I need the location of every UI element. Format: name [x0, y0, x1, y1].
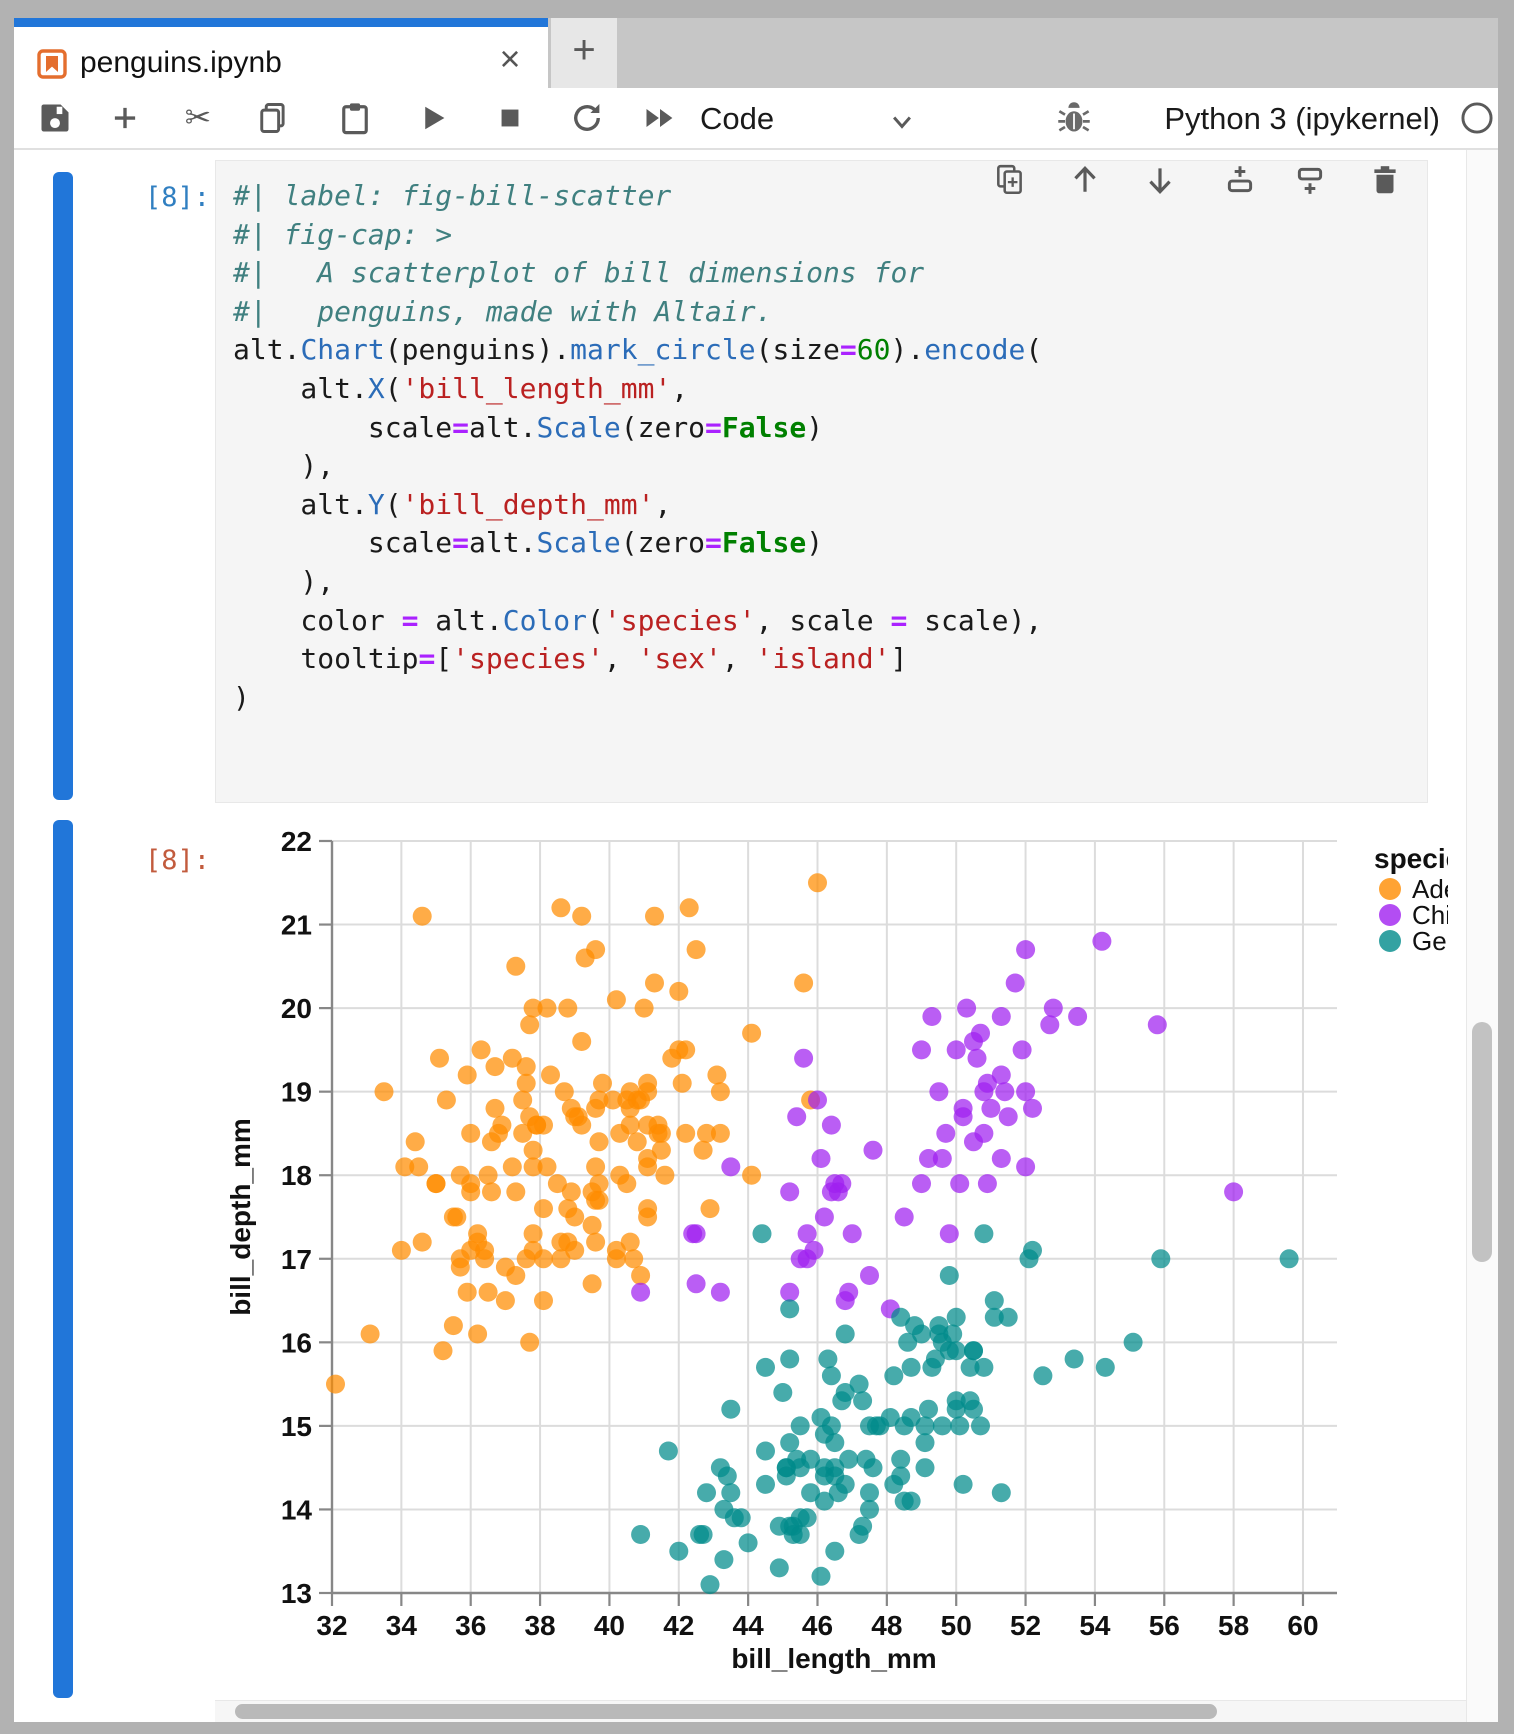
- kernel-name[interactable]: Python 3 (ipykernel): [1100, 101, 1440, 137]
- new-tab-button[interactable]: +: [551, 18, 617, 88]
- svg-text:34: 34: [386, 1610, 418, 1641]
- tab-close-icon[interactable]: ×: [492, 38, 528, 80]
- code-line: ),: [233, 447, 1042, 486]
- run-icon[interactable]: [414, 100, 450, 136]
- svg-text:bill_length_mm: bill_length_mm: [731, 1643, 936, 1674]
- svg-text:32: 32: [316, 1610, 347, 1641]
- add-cell-icon[interactable]: [107, 100, 143, 136]
- debugger-bug-icon[interactable]: [1056, 100, 1092, 136]
- output-cell-indicator[interactable]: [53, 820, 73, 1698]
- move-down-icon[interactable]: [1143, 163, 1177, 197]
- svg-text:46: 46: [802, 1610, 833, 1641]
- svg-text:13: 13: [281, 1578, 312, 1609]
- cut-icon[interactable]: ✂: [180, 100, 216, 136]
- code-line: alt.X('bill_length_mm',: [233, 370, 1042, 409]
- svg-text:17: 17: [281, 1244, 312, 1275]
- svg-text:20: 20: [281, 993, 312, 1024]
- svg-text:40: 40: [594, 1610, 625, 1641]
- svg-text:14: 14: [281, 1494, 313, 1525]
- horizontal-scrollbar-thumb[interactable]: [235, 1704, 1217, 1719]
- notebook-file-icon: [36, 48, 68, 80]
- code-line: #| penguins, made with Altair.: [233, 293, 1042, 332]
- paste-icon[interactable]: [337, 100, 373, 136]
- move-up-icon[interactable]: [1068, 163, 1102, 197]
- restart-icon[interactable]: [569, 100, 605, 136]
- code-line: ): [233, 679, 1042, 718]
- vertical-scrollbar-thumb[interactable]: [1472, 1022, 1492, 1262]
- svg-text:16: 16: [281, 1327, 312, 1358]
- stop-icon[interactable]: [492, 100, 528, 136]
- save-icon[interactable]: [37, 100, 73, 136]
- code-line: #| fig-cap: >: [233, 216, 1042, 255]
- tab-title: penguins.ipynb: [80, 46, 282, 80]
- svg-text:species: species: [1374, 843, 1448, 874]
- code-line: color = alt.Color('species', scale = sca…: [233, 602, 1042, 641]
- svg-text:15: 15: [281, 1411, 312, 1442]
- code-line: tooltip=['species', 'sex', 'island']: [233, 640, 1042, 679]
- vertical-scrollbar-track[interactable]: [1466, 150, 1498, 1722]
- code-line: #| A scatterplot of bill dimensions for: [233, 254, 1042, 293]
- svg-text:58: 58: [1218, 1610, 1249, 1641]
- svg-text:38: 38: [524, 1610, 555, 1641]
- svg-text:18: 18: [281, 1160, 312, 1191]
- svg-text:22: 22: [281, 826, 312, 857]
- svg-text:21: 21: [281, 910, 312, 941]
- svg-text:19: 19: [281, 1077, 312, 1108]
- copy-icon[interactable]: [255, 100, 291, 136]
- svg-text:42: 42: [663, 1610, 694, 1641]
- active-cell-indicator[interactable]: [53, 172, 73, 800]
- svg-text:Gentoo: Gentoo: [1412, 926, 1448, 956]
- svg-text:bill_depth_mm: bill_depth_mm: [230, 1118, 256, 1316]
- code-line: alt.Chart(penguins).mark_circle(size=60)…: [233, 331, 1042, 370]
- fast-forward-icon[interactable]: [642, 100, 678, 136]
- cell-type-dropdown[interactable]: Code: [700, 101, 774, 137]
- insert-above-icon[interactable]: [1223, 163, 1257, 197]
- code-line: scale=alt.Scale(zero=False): [233, 524, 1042, 563]
- svg-text:54: 54: [1079, 1610, 1111, 1641]
- svg-text:48: 48: [871, 1610, 902, 1641]
- code-line: ),: [233, 563, 1042, 602]
- svg-text:60: 60: [1287, 1610, 1318, 1641]
- insert-below-icon[interactable]: [1293, 163, 1327, 197]
- svg-text:36: 36: [455, 1610, 486, 1641]
- svg-text:56: 56: [1149, 1610, 1180, 1641]
- chevron-down-icon[interactable]: [884, 104, 920, 140]
- svg-text:44: 44: [733, 1610, 765, 1641]
- duplicate-cell-icon[interactable]: [993, 163, 1027, 197]
- scatter-chart: 32 34 36 38 40 42 44 46 48 50 52 54 56 58 60 13 14 15 16 17…: [230, 826, 1448, 1698]
- code-line: scale=alt.Scale(zero=False): [233, 409, 1042, 448]
- input-prompt: [8]:: [96, 182, 210, 213]
- svg-text:50: 50: [941, 1610, 972, 1641]
- kernel-status-icon: [1459, 100, 1495, 136]
- svg-text:✂: ✂: [185, 100, 211, 136]
- delete-cell-icon[interactable]: [1368, 163, 1402, 197]
- svg-text:52: 52: [1010, 1610, 1041, 1641]
- code-line: alt.Y('bill_depth_mm',: [233, 486, 1042, 525]
- output-prompt: [8]:: [96, 845, 210, 876]
- notebook-window: penguins.ipynb × + ✂ Code Python 3 (ipyk…: [0, 0, 1514, 1734]
- code-line: #| label: fig-bill-scatter: [233, 177, 1042, 216]
- code-content[interactable]: #| label: fig-bill-scatter#| fig-cap: >#…: [233, 177, 1042, 717]
